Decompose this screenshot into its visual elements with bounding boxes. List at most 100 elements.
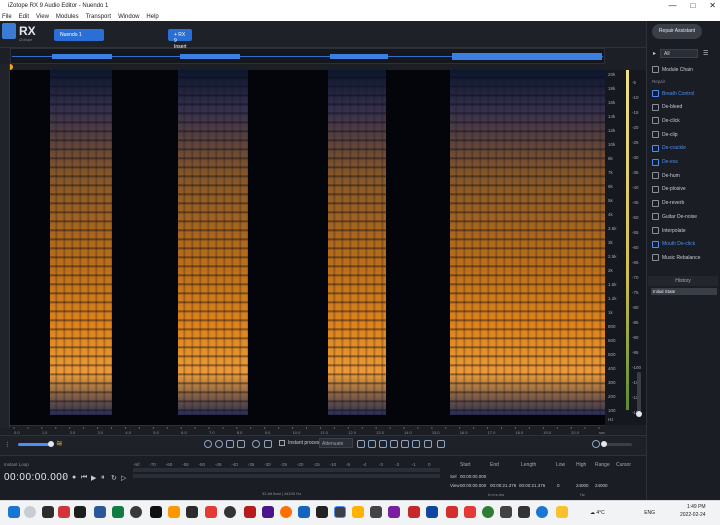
magnify-icon[interactable] [252,440,260,448]
play-selection-button[interactable]: ▷ [121,474,126,482]
wand-icon[interactable] [412,440,420,448]
maximize-button[interactable]: □ [690,1,695,10]
loop-button[interactable]: ↻ [111,474,117,482]
module-item[interactable]: De-reverb [652,199,684,207]
module-item[interactable]: Mouth De-click [652,240,695,248]
view-end-value[interactable]: 00:00:21.376 [490,483,516,488]
app-icon-1[interactable] [58,506,70,518]
app-icon-28[interactable] [556,506,568,518]
repair-assistant-button[interactable]: Repair Assistant [652,24,702,39]
zoom-out-icon[interactable] [215,440,223,448]
module-item[interactable]: Breath Control [652,90,694,97]
time-select-icon[interactable] [357,440,365,448]
harmonic-select-icon[interactable] [424,440,432,448]
app-icon-8[interactable] [186,506,198,518]
app-icon-27[interactable] [536,506,548,518]
vertical-zoom-handle[interactable] [636,411,642,417]
instant-process-checkbox[interactable] [279,440,285,446]
view-length-value[interactable]: 00:00:21.376 [519,483,545,488]
spectrogram-view-icon[interactable]: ≋ [56,439,63,448]
system-tray[interactable]: ☁ 4°C ENG [590,510,655,516]
app-icon-11[interactable] [244,506,256,518]
app-icon-15[interactable] [316,506,328,518]
list-view-icon[interactable]: ☰ [703,50,708,57]
view-blend-slider[interactable] [18,443,52,446]
menu-modules[interactable]: Modules [56,14,79,20]
module-item[interactable]: Guitar De-noise [652,213,697,221]
app-icon-20[interactable] [408,506,420,518]
app-icon-19[interactable] [388,506,400,518]
zoom-selection-icon[interactable] [226,440,234,448]
horizontal-zoom-handle[interactable] [601,441,607,447]
menu-file[interactable]: File [2,14,12,20]
record-button[interactable]: ● [72,474,76,481]
horizontal-zoom-icon[interactable] [592,440,600,448]
view-start-value[interactable]: 00:00:00.000 [460,483,486,488]
module-item[interactable]: Interpolate [652,227,686,234]
minimize-button[interactable]: — [668,1,676,10]
app-icon-17[interactable] [352,506,364,518]
spectrogram-display[interactable] [10,70,605,425]
module-item[interactable]: De-crackle [652,144,686,152]
app-icon-18[interactable] [370,506,382,518]
search-icon[interactable] [24,506,36,518]
pause-button[interactable]: ⏸ [101,474,105,482]
app-icon-13[interactable] [280,506,292,518]
module-item[interactable]: De-ess [652,158,678,166]
app-icon-21[interactable] [426,506,438,518]
view-range-value[interactable]: 24000 [595,483,608,488]
app-icon-25[interactable] [500,506,512,518]
view-low-value[interactable]: 0 [557,483,560,488]
play-module-icon[interactable]: ▸ [653,50,656,57]
zoom-fit-icon[interactable] [237,440,245,448]
module-item[interactable]: De-hum [652,172,680,180]
app-icon-24[interactable] [482,506,494,518]
app-icon-26[interactable] [518,506,530,518]
app-icon-7[interactable] [168,506,180,518]
menu-edit[interactable]: Edit [19,14,29,20]
task-view-icon[interactable] [42,506,54,518]
menu-help[interactable]: Help [146,14,158,20]
rewind-button[interactable]: ⏮ [81,474,87,482]
monitor-icon[interactable]: ∩ [63,474,68,481]
history-item[interactable]: Initial State [651,288,717,295]
waveform-view-icon[interactable]: ⁝ [6,440,9,449]
time-freq-select-icon[interactable] [379,440,387,448]
app-icon-2[interactable] [74,506,86,518]
app-icon-12[interactable] [262,506,274,518]
app-icon-9[interactable] [205,506,217,518]
app-icon-4[interactable] [112,506,124,518]
menu-window[interactable]: Window [118,14,139,20]
view-blend-handle[interactable] [48,441,54,447]
app-grid-icon[interactable] [2,23,16,39]
module-item[interactable]: De-click [652,117,680,125]
module-chain-button[interactable]: Module Chain [652,66,693,73]
module-item[interactable]: De-bleed [652,103,682,111]
language-indicator[interactable]: ENG [644,510,655,516]
app-icon-23[interactable] [464,506,476,518]
tab-rx-insert[interactable]: + RX 9 Insert [168,29,192,50]
spectrum-analyzer-icon[interactable] [437,440,445,448]
instant-mode-select[interactable]: Attenuate [319,438,353,448]
hand-tool-icon[interactable] [264,440,272,448]
app-icon-3[interactable] [94,506,106,518]
izotope-rx-taskbar-icon[interactable] [334,506,346,518]
frequency-select-icon[interactable] [368,440,376,448]
zoom-in-icon[interactable] [204,440,212,448]
app-icon-10[interactable] [224,506,236,518]
module-item[interactable]: Music Rebalance [652,254,700,262]
module-item[interactable]: De-clip [652,131,678,139]
lasso-icon[interactable] [390,440,398,448]
play-button[interactable]: ▶ [91,474,96,482]
app-icon-5[interactable] [130,506,142,518]
menu-transport[interactable]: Transport [86,14,111,20]
brush-icon[interactable] [401,440,409,448]
app-icon-22[interactable] [446,506,458,518]
sel-start-value[interactable]: 00:00:00.000 [460,474,486,479]
system-clock[interactable]: 1:49 PM 2022-02-24 [680,503,706,519]
app-icon-6[interactable] [150,506,162,518]
vertical-zoom-slider[interactable] [637,372,641,412]
tab-nuendo-1[interactable]: Nuendo 1 [54,29,104,41]
module-filter-select[interactable]: All [660,49,698,58]
view-high-value[interactable]: 24000 [576,483,589,488]
